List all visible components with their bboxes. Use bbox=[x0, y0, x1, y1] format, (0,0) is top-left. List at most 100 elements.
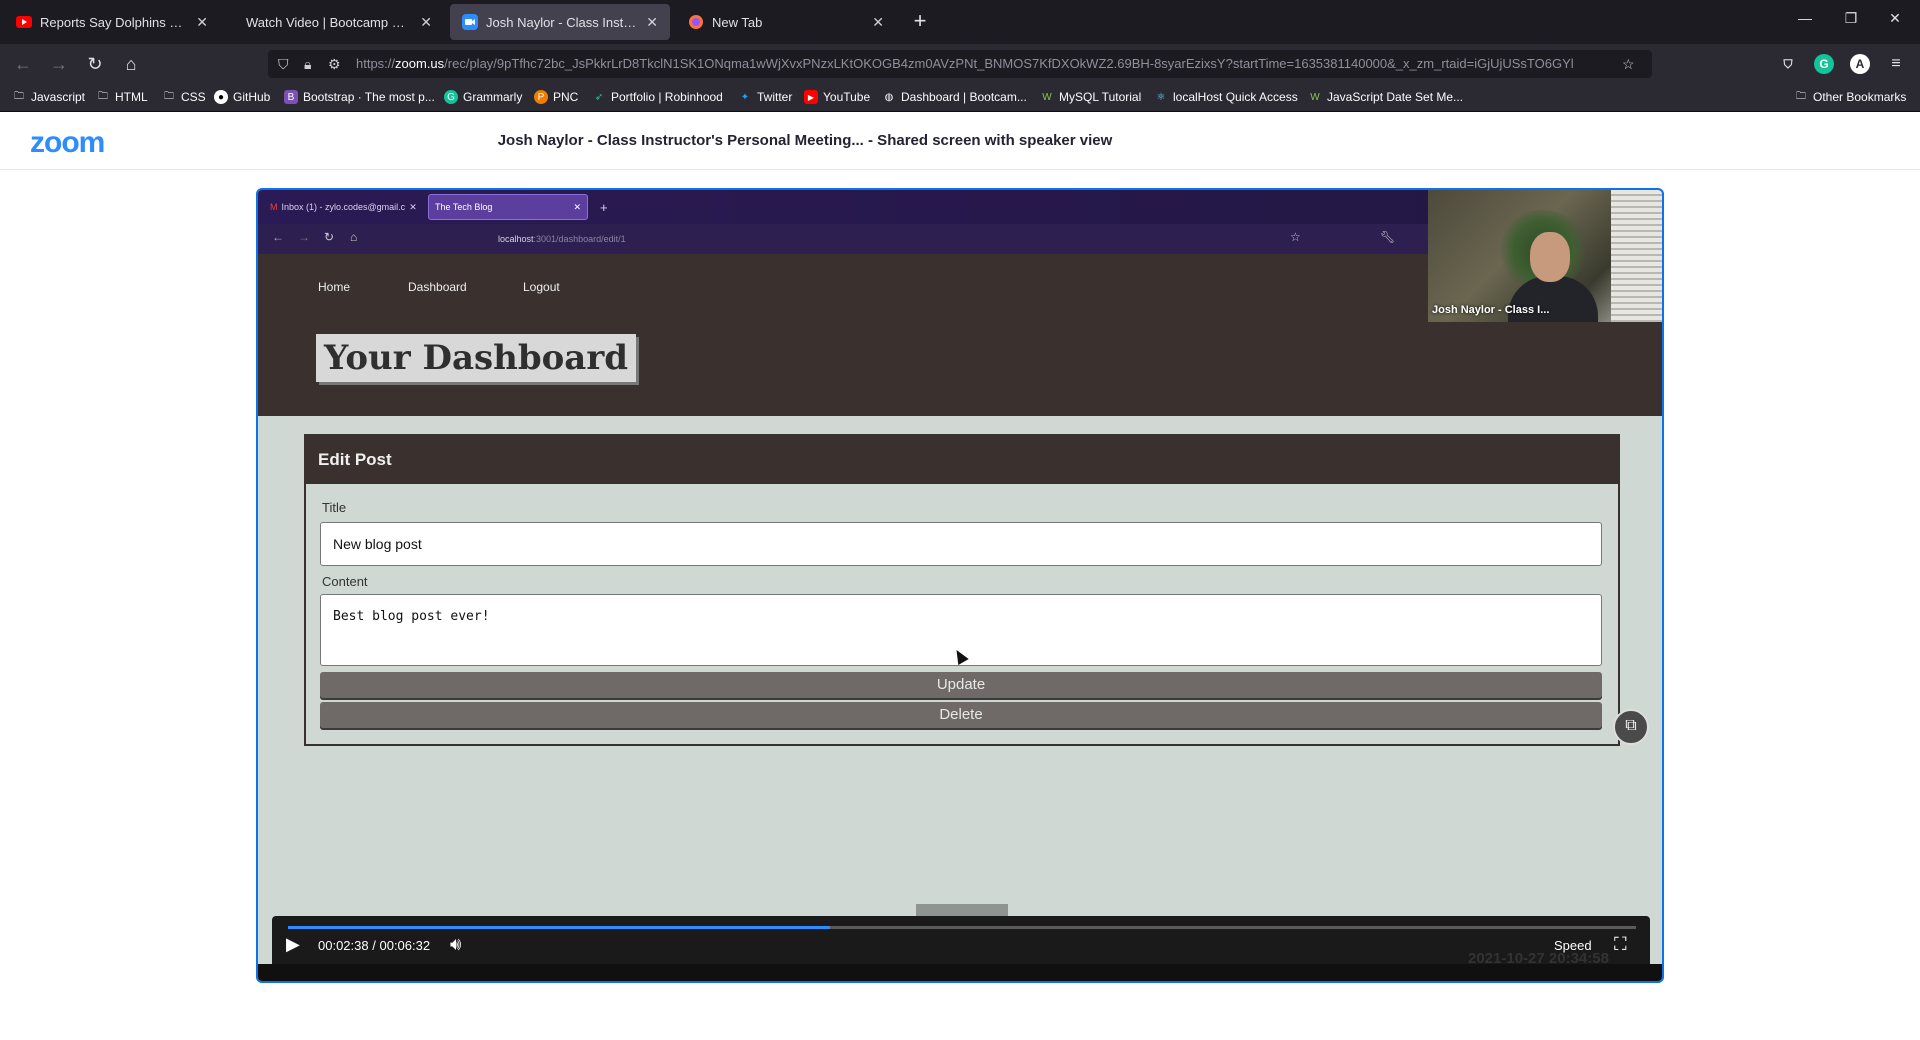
reload-icon[interactable]: ↻ bbox=[82, 53, 108, 75]
player-controls: ▶ 00:02:38 / 00:06:32 🔊︎ Speed ⛶ bbox=[272, 916, 1650, 964]
back-icon[interactable]: ← bbox=[10, 53, 36, 75]
zoom-header: zoom Josh Naylor - Class Instructor's Pe… bbox=[0, 112, 1920, 170]
close-tab-icon[interactable]: ✕ bbox=[420, 14, 432, 31]
shared-new-tab-icon: + bbox=[600, 199, 608, 215]
speaker-name: Josh Naylor - Class I... bbox=[1432, 304, 1550, 316]
shared-reload-icon: ↻ bbox=[324, 230, 335, 244]
close-tab-icon: ✕ bbox=[573, 201, 581, 212]
permissions-icon: ⚙ bbox=[328, 56, 341, 72]
folder-icon: 🗀 bbox=[164, 90, 174, 102]
current-time: 00:02:38 bbox=[318, 938, 369, 953]
shared-forward-icon: → bbox=[298, 230, 310, 244]
pnc-icon: P bbox=[534, 90, 548, 104]
folder-icon: 🗀 bbox=[1796, 90, 1806, 102]
shared-back-icon: ← bbox=[272, 230, 284, 244]
time-display: 00:02:38 / 00:06:32 bbox=[318, 938, 431, 953]
bookmark-css[interactable]: 🗀 CSS bbox=[162, 90, 206, 104]
browser-tab-bar: Reports Say Dolphins & Texans ✕ Watch Vi… bbox=[0, 0, 1920, 44]
bookmark-pnc[interactable]: P PNC bbox=[534, 90, 578, 104]
shared-wrench-icon: 🔧︎ bbox=[1380, 230, 1396, 244]
react-icon: ⚛ bbox=[1156, 91, 1166, 103]
bookmark-github[interactable]: ● GitHub bbox=[214, 90, 270, 104]
w3schools-icon: W bbox=[1310, 91, 1320, 103]
nav-home[interactable]: Home bbox=[318, 280, 350, 294]
forward-icon[interactable]: → bbox=[46, 53, 72, 75]
url-bar[interactable]: ⛉ 🔒︎ ⚙ https://zoom.us/rec/play/9pTfhc72… bbox=[268, 50, 1652, 78]
browser-nav-bar: ← → ↻ ⌂ ⛉ 🔒︎ ⚙ https://zoom.us/rec/play/… bbox=[0, 44, 1920, 84]
bookmark-twitter[interactable]: ✦ Twitter bbox=[738, 90, 793, 104]
close-tab-icon: ✕ bbox=[409, 201, 417, 212]
bookmark-grammarly[interactable]: G Grammarly bbox=[444, 90, 522, 104]
account-icon[interactable]: A bbox=[1850, 54, 1870, 74]
youtube-icon bbox=[16, 14, 32, 30]
close-tab-icon[interactable]: ✕ bbox=[196, 14, 208, 31]
progress-fill bbox=[288, 926, 830, 929]
content-label: Content bbox=[322, 574, 368, 589]
delete-button[interactable]: Delete bbox=[320, 702, 1602, 728]
menu-icon[interactable]: ≡ bbox=[1886, 54, 1906, 74]
close-window-icon[interactable]: ✕ bbox=[1880, 10, 1910, 27]
speaker-head bbox=[1530, 232, 1570, 282]
grammarly-icon[interactable]: G bbox=[1814, 54, 1834, 74]
robinhood-icon: ➶ bbox=[594, 91, 604, 103]
update-button[interactable]: Update bbox=[320, 672, 1602, 698]
fullscreen-icon[interactable]: ⛶ bbox=[1614, 934, 1627, 955]
bookmarks-bar: 🗀 Javascript 🗀 HTML 🗀 CSS ● GitHub B Bootstra… bbox=[0, 84, 1920, 112]
window-blinds bbox=[1611, 190, 1662, 322]
bookmark-dashboard[interactable]: ◍ Dashboard | Bootcam... bbox=[882, 90, 1027, 104]
page-title: Your Dashboard bbox=[316, 334, 637, 382]
new-tab-button[interactable]: + bbox=[906, 8, 934, 36]
nav-dashboard[interactable]: Dashboard bbox=[408, 280, 467, 294]
zoom-icon bbox=[462, 14, 478, 30]
tab-zoom[interactable]: Josh Naylor - Class Instructor's P ✕ bbox=[450, 4, 670, 40]
tab-new[interactable]: New Tab ✕ bbox=[676, 4, 896, 40]
gmail-icon: M bbox=[270, 202, 278, 212]
pocket-icon[interactable]: ⛉ bbox=[1778, 54, 1798, 74]
firefox-icon bbox=[688, 14, 704, 30]
bookmark-javascript[interactable]: 🗀 Javascript bbox=[12, 90, 85, 104]
youtube-icon: ▶ bbox=[804, 90, 818, 104]
minimize-icon[interactable]: — bbox=[1790, 10, 1820, 26]
grammarly-icon: G bbox=[444, 90, 458, 104]
shared-taskbar bbox=[258, 964, 1662, 981]
title-label: Title bbox=[322, 500, 347, 515]
shared-tab-techblog: The Tech Blog ✕ bbox=[428, 194, 588, 220]
shared-home-icon: ⌂ bbox=[350, 230, 358, 244]
bookmark-youtube[interactable]: ▶ YouTube bbox=[804, 90, 870, 104]
twitter-icon: ✦ bbox=[740, 91, 750, 103]
tab-youtube[interactable]: Reports Say Dolphins & Texans ✕ bbox=[4, 4, 220, 40]
bookmark-js-date[interactable]: W JavaScript Date Set Me... bbox=[1308, 90, 1463, 104]
picture-in-picture-icon[interactable]: ⧉ bbox=[1613, 709, 1649, 745]
lock-icon: 🔒︎ bbox=[304, 56, 312, 72]
progress-bar[interactable] bbox=[288, 926, 1636, 929]
other-bookmarks[interactable]: 🗀 Other Bookmarks bbox=[1794, 90, 1906, 104]
close-tab-icon[interactable]: ✕ bbox=[872, 14, 884, 31]
title-input[interactable]: New blog post bbox=[320, 522, 1602, 566]
bookmark-localhost[interactable]: ⚛ localHost Quick Access bbox=[1154, 90, 1298, 104]
globe-icon: ◍ bbox=[884, 91, 894, 103]
bookmark-bootstrap[interactable]: B Bootstrap · The most p... bbox=[284, 90, 435, 104]
recording-player[interactable]: M Inbox (1) - zylo.codes@gmail.c ✕ The T… bbox=[256, 188, 1664, 983]
duration: 00:06:32 bbox=[379, 938, 431, 953]
tab-bootcamp[interactable]: Watch Video | Bootcamp Spot ✕ bbox=[224, 4, 444, 40]
shared-tab-inbox: M Inbox (1) - zylo.codes@gmail.c ✕ bbox=[270, 201, 417, 213]
bookmark-robinhood[interactable]: ➶ Portfolio | Robinhood bbox=[592, 90, 723, 104]
card-title: Edit Post bbox=[306, 436, 1618, 484]
shared-star-icon: ☆ bbox=[1290, 230, 1301, 244]
bookmark-star-icon[interactable]: ☆ bbox=[1622, 50, 1635, 78]
home-icon[interactable]: ⌂ bbox=[118, 53, 144, 75]
speaker-video[interactable]: Josh Naylor - Class I... bbox=[1428, 190, 1662, 322]
bookmark-mysql[interactable]: W MySQL Tutorial bbox=[1040, 90, 1141, 104]
folder-icon: 🗀 bbox=[14, 90, 24, 102]
meeting-title: Josh Naylor - Class Instructor's Persona… bbox=[497, 132, 1113, 149]
restore-icon[interactable]: ❐ bbox=[1836, 10, 1866, 27]
folder-icon: 🗀 bbox=[98, 90, 108, 102]
edit-post-card: Edit Post Title New blog post Content Be… bbox=[304, 434, 1620, 746]
bookmark-html[interactable]: 🗀 HTML bbox=[96, 90, 148, 104]
nav-logout[interactable]: Logout bbox=[523, 280, 560, 294]
w3schools-icon: W bbox=[1042, 91, 1052, 103]
github-icon: ● bbox=[214, 90, 228, 104]
close-tab-icon[interactable]: ✕ bbox=[646, 14, 658, 31]
volume-icon[interactable]: 🔊︎ bbox=[450, 934, 461, 955]
play-icon[interactable]: ▶ bbox=[286, 934, 300, 955]
